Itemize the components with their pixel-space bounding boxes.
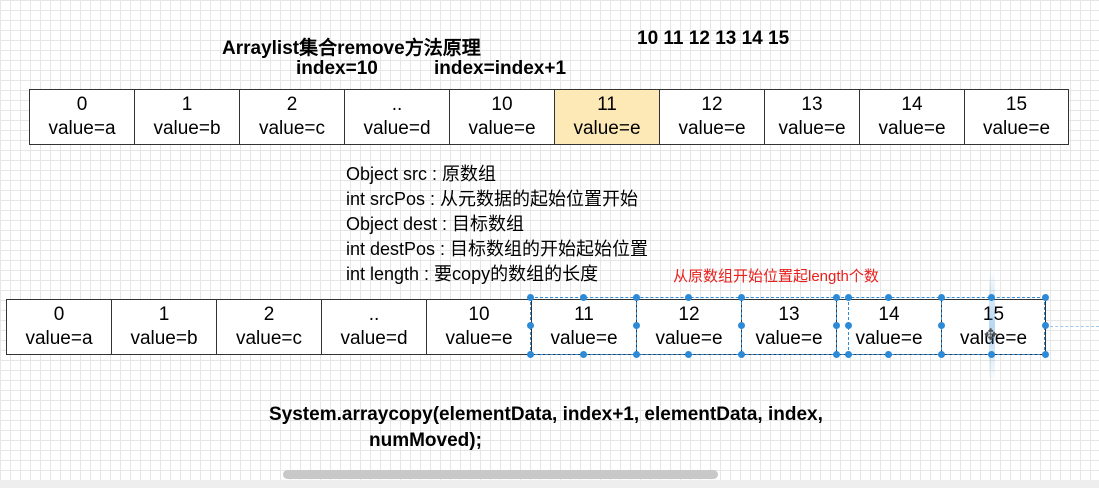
- cell-value: value=e: [468, 118, 536, 139]
- cell-index: 1: [158, 304, 170, 325]
- cell-index: 14: [901, 94, 923, 115]
- cell-value: value=d: [363, 118, 431, 139]
- resize-handle[interactable]: [988, 351, 995, 358]
- cell-value: value=e: [573, 118, 641, 139]
- resize-handle[interactable]: [685, 351, 692, 358]
- resize-handle[interactable]: [938, 322, 945, 329]
- array-cell[interactable]: .. value=d: [345, 90, 450, 144]
- array-cell-highlighted[interactable]: 11 value=e: [555, 90, 660, 144]
- resize-handle[interactable]: [580, 351, 587, 358]
- cell-index: 2: [286, 94, 298, 115]
- cell-value: value=d: [340, 328, 408, 349]
- length-note: 从原数组开始位置起length个数: [673, 268, 879, 285]
- resize-handle[interactable]: [738, 322, 745, 329]
- array-cell[interactable]: 12 value=e: [660, 90, 765, 144]
- cell-value: value=c: [258, 118, 326, 139]
- cell-index: 10: [468, 304, 490, 325]
- array-cell[interactable]: 2 value=c: [240, 90, 345, 144]
- resize-handle[interactable]: [1042, 351, 1049, 358]
- param-srcpos: int srcPos : 从元数据的起始位置开始: [346, 189, 639, 209]
- index-next-label: index=index+1: [434, 58, 567, 79]
- cell-value: value=b: [130, 328, 198, 349]
- resize-handle[interactable]: [833, 351, 840, 358]
- resize-handle[interactable]: [938, 294, 945, 301]
- resize-handle[interactable]: [738, 351, 745, 358]
- resize-handle[interactable]: [633, 322, 640, 329]
- array-cell[interactable]: 14 value=e: [860, 90, 965, 144]
- cell-value: value=b: [153, 118, 221, 139]
- cell-index: 1: [181, 94, 193, 115]
- resize-handle[interactable]: [845, 351, 852, 358]
- resize-handle[interactable]: [738, 294, 745, 301]
- code-line-2: numMoved);: [369, 430, 482, 451]
- array-cell[interactable]: 1 value=b: [112, 300, 217, 354]
- array-cell[interactable]: 13 value=e: [765, 90, 860, 144]
- index-label: index=10: [296, 58, 378, 79]
- array-cell[interactable]: 10 value=e: [427, 300, 532, 354]
- diagram-title: Arraylist集合remove方法原理: [222, 38, 481, 59]
- array-cell[interactable]: 1 value=b: [135, 90, 240, 144]
- cell-value: value=e: [982, 118, 1051, 139]
- resize-handle[interactable]: [527, 294, 534, 301]
- resize-handle[interactable]: [580, 294, 587, 301]
- array-cell[interactable]: 10 value=e: [450, 90, 555, 144]
- index-sequence: 10 11 12 13 14 15: [637, 28, 790, 49]
- resize-handle[interactable]: [833, 322, 840, 329]
- bottom-bar: [0, 480, 1099, 488]
- resize-handle[interactable]: [845, 322, 852, 329]
- arraycopy-code: System.arraycopy(elementData, index+1, e…: [269, 402, 823, 454]
- resize-handle[interactable]: [527, 351, 534, 358]
- cell-value: value=c: [235, 328, 303, 349]
- resize-handle[interactable]: [633, 351, 640, 358]
- param-dest: Object dest : 目标数组: [346, 214, 525, 234]
- resize-handle[interactable]: [1042, 294, 1049, 301]
- cell-value: value=e: [778, 118, 846, 139]
- param-destpos: int destPos : 目标数组的开始起始位置: [346, 239, 649, 259]
- resize-handle[interactable]: [885, 294, 892, 301]
- move-cursor-icon: ✥: [984, 327, 998, 344]
- cell-index: ..: [391, 94, 403, 115]
- cell-index: 12: [701, 94, 723, 115]
- resize-handle[interactable]: [988, 294, 995, 301]
- resize-handle[interactable]: [938, 351, 945, 358]
- cell-index: 0: [53, 304, 65, 325]
- top-array[interactable]: 0 value=a 1 value=b 2 value=c .. value=d 10 v…: [29, 89, 1069, 145]
- horizontal-guide: [1045, 326, 1099, 327]
- array-cell[interactable]: 15 value=e: [965, 90, 1068, 144]
- array-cell[interactable]: 0 value=a: [7, 300, 112, 354]
- resize-handle[interactable]: [885, 351, 892, 358]
- resize-handle[interactable]: [1042, 322, 1049, 329]
- array-cell[interactable]: 0 value=a: [30, 90, 135, 144]
- resize-handle[interactable]: [845, 294, 852, 301]
- arraycopy-params: Object src : 原数组 int srcPos : 从元数据的起始位置开…: [346, 162, 648, 287]
- cell-index: ..: [368, 304, 380, 325]
- array-cell[interactable]: .. value=d: [322, 300, 427, 354]
- cell-value: value=e: [878, 118, 946, 139]
- resize-handle[interactable]: [633, 294, 640, 301]
- horizontal-scrollbar[interactable]: [283, 470, 718, 479]
- cell-value: value=a: [25, 328, 93, 349]
- cell-value: value=a: [48, 118, 116, 139]
- cell-index: 2: [263, 304, 275, 325]
- resize-handle[interactable]: [685, 294, 692, 301]
- code-line-1: System.arraycopy(elementData, index+1, e…: [269, 404, 823, 425]
- cell-index: 10: [491, 94, 513, 115]
- cell-index: 13: [801, 94, 823, 115]
- param-length: int length : 要copy的数组的长度: [346, 264, 599, 284]
- cell-index: 15: [1005, 94, 1028, 115]
- cell-index: 0: [76, 94, 88, 115]
- resize-handle[interactable]: [527, 322, 534, 329]
- array-cell[interactable]: 2 value=c: [217, 300, 322, 354]
- cell-index: 11: [597, 94, 617, 115]
- cell-value: value=e: [445, 328, 513, 349]
- cell-value: value=e: [678, 118, 746, 139]
- selection-box[interactable]: [530, 297, 1045, 355]
- param-src: Object src : 原数组: [346, 164, 497, 184]
- resize-handle[interactable]: [833, 294, 840, 301]
